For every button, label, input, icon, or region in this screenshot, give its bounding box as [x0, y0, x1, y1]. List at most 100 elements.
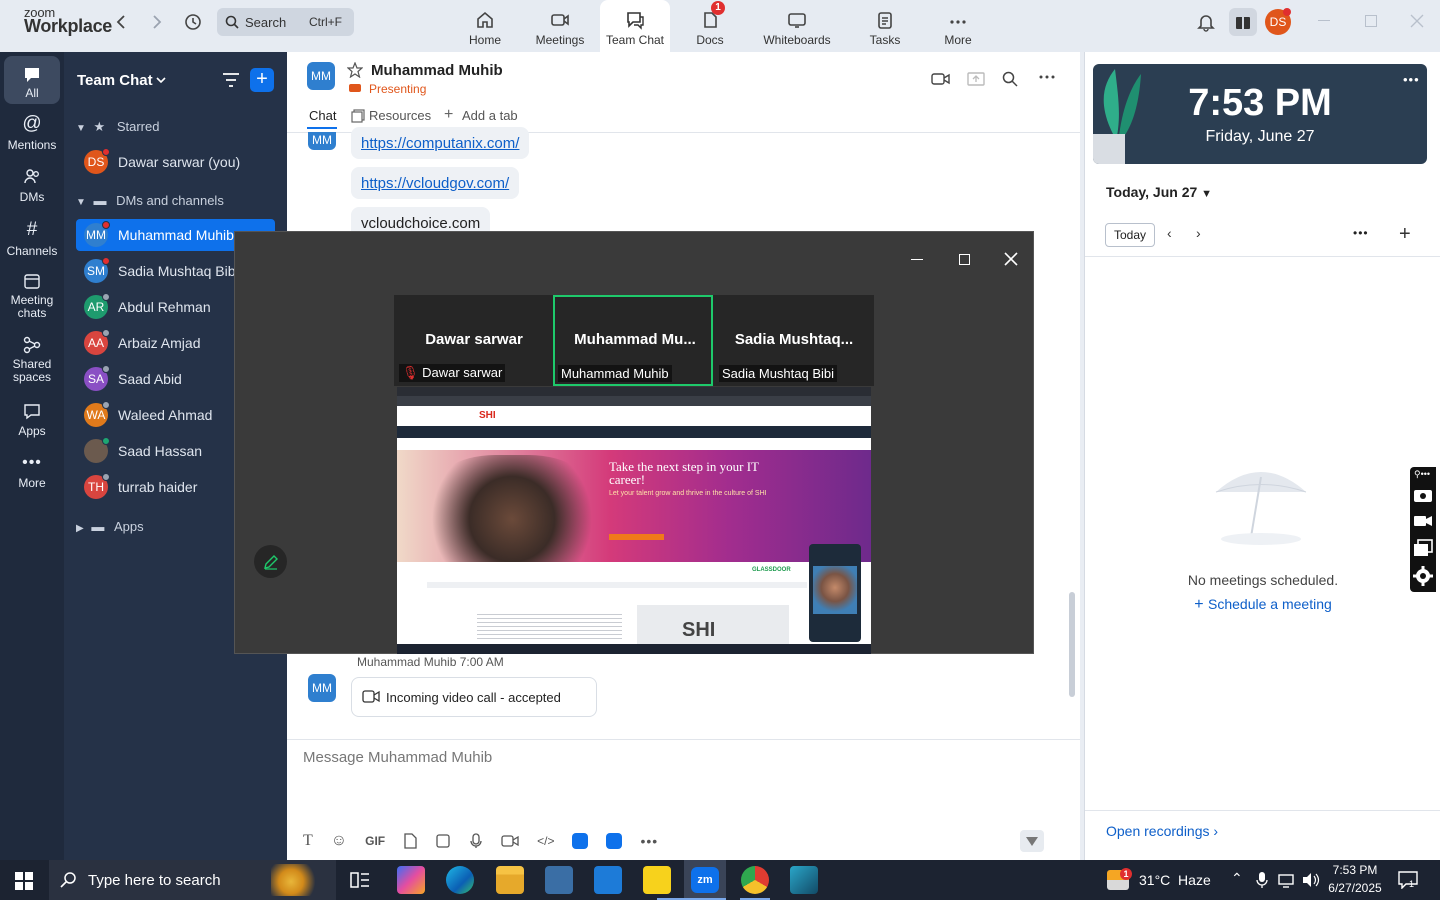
share-screen-icon[interactable]: [967, 71, 985, 87]
popup-minimize-icon[interactable]: [911, 259, 923, 260]
link-message[interactable]: https://vcloudgov.com/: [351, 167, 520, 199]
annotate-button[interactable]: [254, 545, 287, 578]
new-chat-button[interactable]: +: [250, 68, 274, 92]
scrollbar-thumb[interactable]: [1069, 592, 1075, 697]
schedule-meeting-link[interactable]: + Schedule a meeting: [1085, 596, 1440, 614]
volume-icon[interactable]: [1302, 872, 1320, 888]
video-message-icon[interactable]: [501, 834, 519, 848]
microphone-icon[interactable]: [469, 833, 483, 849]
chrome-browser-icon[interactable]: [741, 866, 769, 894]
participant-tile-sadia[interactable]: Sadia Mushtaq... Sadia Mushtaq Bibi: [714, 295, 874, 386]
scrollbar-track[interactable]: [1068, 132, 1076, 722]
app-taskbar-icon[interactable]: [790, 866, 818, 894]
tab-tasks[interactable]: Tasks: [860, 0, 910, 52]
tab-add[interactable]: Add a tab: [462, 108, 518, 123]
today-button[interactable]: Today: [1105, 223, 1156, 247]
link[interactable]: https://computanix.com/: [361, 135, 519, 152]
forward-arrow-icon[interactable]: [150, 14, 164, 30]
starred-section-header[interactable]: ▼ ★ Starred: [76, 119, 159, 135]
call-message-card[interactable]: Incoming video call - accepted: [351, 677, 597, 717]
participant-tile-dawar[interactable]: Dawar sarwar 🎙︎ Dawar sarwar: [394, 295, 554, 386]
shared-screen[interactable]: SHI Take the next step in your IT career…: [397, 387, 871, 654]
rail-item-dms[interactable]: DMs: [0, 168, 64, 204]
sidebar-title[interactable]: Team Chat: [77, 72, 153, 89]
taskbar-search-box[interactable]: Type here to search: [49, 860, 336, 900]
settings-gear-icon[interactable]: [1413, 566, 1433, 586]
sticky-notes-icon[interactable]: [643, 866, 671, 894]
chevron-up-icon[interactable]: ⌃: [1231, 870, 1243, 887]
search-input[interactable]: Search Ctrl+F: [217, 8, 354, 36]
task-view-icon[interactable]: [349, 870, 371, 890]
tab-whiteboards[interactable]: Whiteboards: [757, 0, 837, 52]
gift-icon[interactable]: [1229, 8, 1257, 36]
zoom-taskbar-button[interactable]: zm: [684, 860, 726, 900]
tab-more[interactable]: More: [933, 0, 983, 52]
microphone-icon[interactable]: [1256, 871, 1268, 889]
file-explorer-icon[interactable]: [496, 866, 524, 894]
pin-icon[interactable]: ⚲•••: [1414, 469, 1430, 480]
tab-team-chat[interactable]: Team Chat: [600, 0, 670, 52]
search-icon[interactable]: [1002, 71, 1018, 87]
store-icon[interactable]: [545, 866, 573, 894]
star-outline-icon[interactable]: [347, 62, 363, 78]
rail-item-meeting-chats[interactable]: Meeting chats: [0, 272, 64, 320]
weather-text[interactable]: 31°C Haze: [1139, 872, 1211, 888]
bell-icon[interactable]: [1196, 12, 1216, 32]
contact-dawar-sarwar[interactable]: DS Dawar sarwar (you): [76, 146, 275, 178]
camera-icon[interactable]: [1413, 487, 1433, 503]
rail-item-more[interactable]: ••• More: [0, 454, 64, 490]
open-recordings-link[interactable]: Open recordings ›: [1106, 823, 1218, 839]
rail-item-shared-spaces[interactable]: Shared spaces: [0, 336, 64, 384]
rail-item-mentions[interactable]: @ Mentions: [0, 114, 64, 153]
rail-item-all[interactable]: All: [4, 56, 60, 104]
minimize-icon[interactable]: [1318, 20, 1330, 21]
more-dots-icon[interactable]: •••: [640, 833, 658, 849]
calendar-date-picker[interactable]: Today, Jun 27 ▼: [1106, 184, 1212, 200]
taskbar-clock-time[interactable]: 7:53 PM: [1320, 863, 1390, 877]
tab-meetings[interactable]: Meetings: [530, 0, 590, 52]
rail-item-channels[interactable]: # Channels: [0, 220, 64, 259]
add-meeting-icon[interactable]: +: [1399, 223, 1411, 246]
more-options-icon[interactable]: [1039, 74, 1055, 80]
edge-browser-icon[interactable]: [446, 866, 474, 894]
chat-header-name[interactable]: Muhammad Muhib: [371, 62, 503, 79]
participant-tile-muhammad[interactable]: Muhammad Mu... Muhammad Muhib: [553, 295, 713, 386]
close-icon[interactable]: [1410, 14, 1424, 28]
history-icon[interactable]: [183, 12, 203, 32]
tab-docs[interactable]: Docs 1: [685, 0, 735, 52]
link[interactable]: https://vcloudgov.com/: [361, 175, 509, 192]
network-icon[interactable]: [1278, 872, 1296, 888]
mail-icon[interactable]: [594, 866, 622, 894]
code-icon[interactable]: </>: [537, 834, 554, 848]
app-icon[interactable]: [606, 833, 623, 849]
tab-resources[interactable]: Resources: [369, 108, 431, 123]
tab-home[interactable]: Home: [460, 0, 510, 52]
more-dots-icon[interactable]: •••: [1403, 72, 1420, 87]
emoji-icon[interactable]: ☺: [331, 832, 347, 850]
copy-windows-icon[interactable]: [1413, 539, 1433, 557]
maximize-icon[interactable]: [1365, 15, 1377, 27]
text-format-icon[interactable]: T: [303, 832, 313, 850]
back-arrow-icon[interactable]: [114, 14, 128, 30]
video-record-icon[interactable]: [1413, 513, 1433, 529]
tab-chat[interactable]: Chat: [309, 108, 336, 123]
file-icon[interactable]: [403, 833, 417, 849]
send-button[interactable]: [1020, 830, 1044, 852]
copilot-icon[interactable]: [397, 866, 425, 894]
chevron-down-icon[interactable]: [156, 76, 166, 84]
next-day-icon[interactable]: ›: [1196, 225, 1201, 241]
apps-section-header[interactable]: ▶ ▬ Apps: [76, 519, 144, 534]
rail-item-apps[interactable]: Apps: [0, 402, 64, 438]
popup-close-icon[interactable]: [1004, 252, 1018, 266]
link-message[interactable]: https://computanix.com/: [351, 127, 530, 159]
taskbar-clock-date[interactable]: 6/27/2025: [1320, 881, 1390, 895]
more-dots-icon[interactable]: •••: [1353, 226, 1369, 240]
notification-center-icon[interactable]: [1398, 871, 1418, 889]
dms-section-header[interactable]: ▼ ▬ DMs and channels: [76, 193, 224, 208]
screenshot-icon[interactable]: [435, 833, 451, 849]
windows-start-icon[interactable]: [15, 872, 33, 890]
filter-icon[interactable]: [222, 72, 240, 88]
app-icon[interactable]: [572, 833, 589, 849]
video-call-icon[interactable]: [931, 71, 951, 87]
previous-day-icon[interactable]: ‹: [1167, 225, 1172, 241]
